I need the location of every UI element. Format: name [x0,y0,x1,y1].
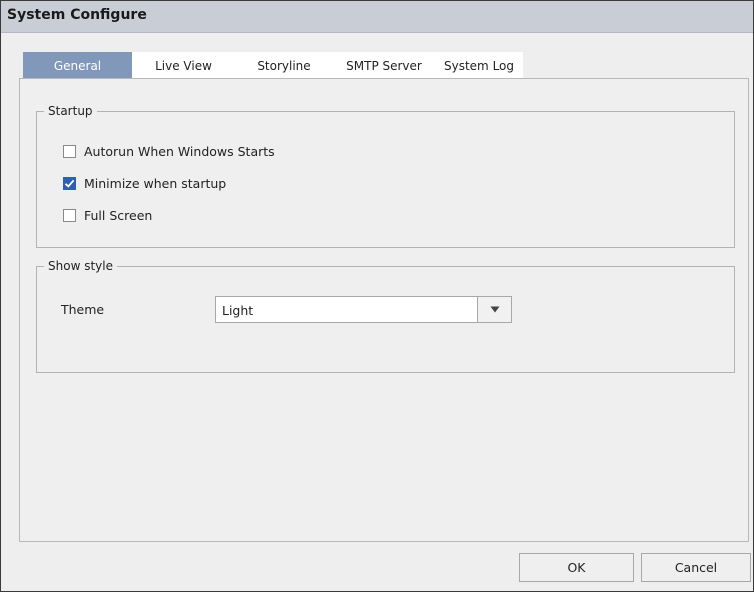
fullscreen-label: Full Screen [84,207,153,223]
caret-down-icon [490,306,499,313]
minimize-option[interactable]: Minimize when startup [63,174,226,192]
title-bar[interactable]: System Configure [1,1,753,33]
fullscreen-checkbox[interactable] [63,208,76,222]
theme-label: Theme [61,302,105,317]
system-configure-dialog: System Configure General Live View Story… [0,0,754,592]
theme-value: Light [222,303,254,318]
tab-system-log[interactable]: System Log [435,52,523,78]
show-style-legend: Show style [48,259,113,273]
tab-storyline[interactable]: Storyline [235,52,333,78]
checkmark-icon [64,179,75,188]
window-title: System Configure [7,7,147,23]
show-style-group: Show style Theme Light [36,259,735,373]
minimize-label: Minimize when startup [84,175,227,191]
autorun-label: Autorun When Windows Starts [84,143,275,159]
tab-general[interactable]: General [23,52,132,78]
cancel-button[interactable]: Cancel [641,553,751,582]
ok-button[interactable]: OK [519,553,634,582]
general-panel: Startup Autorun When Windows Starts Mini… [19,78,749,542]
startup-group: Startup Autorun When Windows Starts Mini… [36,104,735,248]
startup-legend: Startup [48,104,93,118]
tab-bar: General Live View Storyline SMTP Server … [23,52,523,78]
tab-smtp-server[interactable]: SMTP Server [333,52,435,78]
fullscreen-option[interactable]: Full Screen [63,206,152,224]
theme-select[interactable]: Light [215,296,512,323]
tab-live-view[interactable]: Live View [132,52,235,78]
autorun-option[interactable]: Autorun When Windows Starts [63,142,275,160]
dropdown-arrow-icon[interactable] [477,297,511,322]
autorun-checkbox[interactable] [63,144,76,158]
minimize-checkbox[interactable] [63,176,76,190]
